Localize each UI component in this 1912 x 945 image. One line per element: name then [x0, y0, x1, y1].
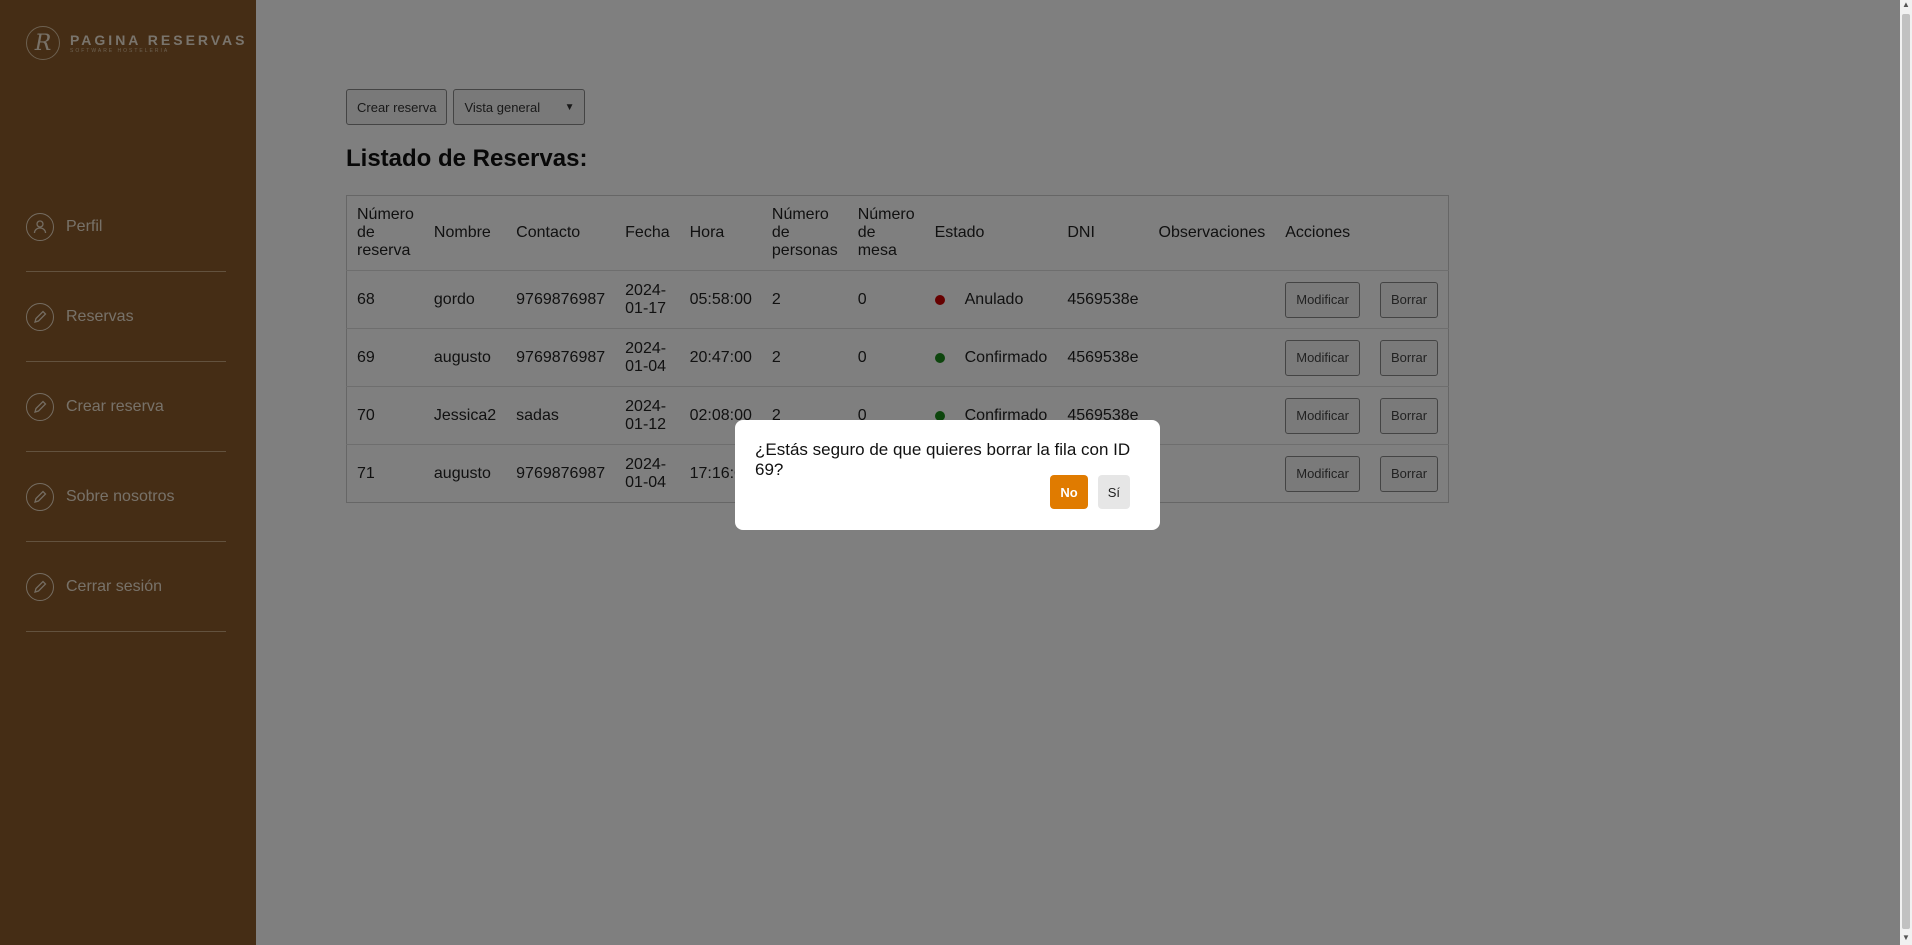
dialog-message: ¿Estás seguro de que quieres borrar la f…	[755, 440, 1131, 479]
yes-button[interactable]: Sí	[1097, 475, 1130, 509]
scroll-down-icon[interactable]: ▼	[1901, 933, 1911, 945]
vertical-scrollbar[interactable]: ▲ ▼	[1900, 0, 1912, 945]
confirm-delete-dialog: ¿Estás seguro de que quieres borrar la f…	[735, 420, 1160, 530]
scroll-up-icon[interactable]: ▲	[1901, 0, 1911, 12]
no-button[interactable]: No	[1050, 475, 1088, 509]
dialog-actions: No Sí	[1050, 475, 1130, 509]
scrollbar-thumb[interactable]	[1902, 14, 1910, 929]
